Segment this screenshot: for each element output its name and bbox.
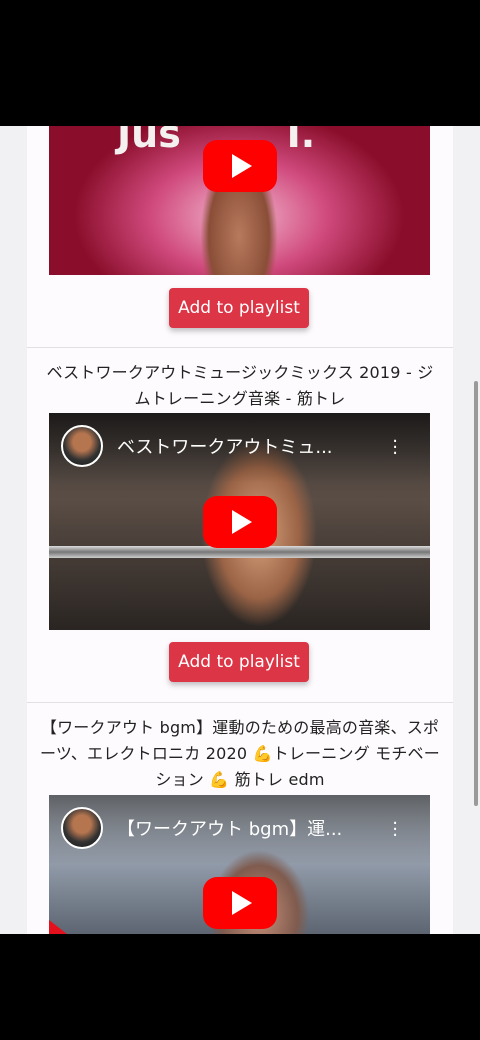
- youtube-play-icon[interactable]: [202, 877, 277, 929]
- youtube-play-icon[interactable]: [202, 140, 277, 192]
- channel-avatar[interactable]: [61, 425, 103, 467]
- corner-decoration: [49, 920, 94, 934]
- video-title: 【ワークアウト bgm】運動のための最高の音楽、スポーツ、エレクトロニカ 202…: [40, 718, 440, 789]
- youtube-play-icon[interactable]: [202, 495, 277, 548]
- scrollbar-thumb[interactable]: [474, 381, 478, 806]
- video-card: 【ワークアウト bgm】運動のための最高の音楽、スポーツ、エレクトロニカ 202…: [27, 703, 453, 934]
- app-screen: Jus I. Add to playlist ベストワークアウトミュージックミッ…: [0, 126, 480, 934]
- more-vert-icon[interactable]: · · ·: [392, 815, 398, 845]
- add-to-playlist-button[interactable]: Add to playlist: [169, 288, 309, 328]
- video-player[interactable]: ベストワークアウトミュ... · · ·: [49, 413, 430, 630]
- video-title: ベストワークアウトミュージックミックス 2019 - ジムトレーニング音楽 - …: [46, 363, 434, 408]
- video-player[interactable]: Jus I.: [49, 126, 430, 275]
- video-overlay-title[interactable]: ベストワークアウトミュ...: [117, 433, 382, 459]
- barbell: [49, 546, 430, 558]
- more-vert-icon[interactable]: · · ·: [392, 433, 398, 463]
- video-card: Jus I. Add to playlist: [27, 126, 453, 348]
- video-player[interactable]: 【ワークアウト bgm】運... · · ·: [49, 795, 430, 934]
- video-overlay-title[interactable]: 【ワークアウト bgm】運...: [117, 815, 382, 841]
- add-to-playlist-button[interactable]: Add to playlist: [169, 642, 309, 682]
- video-card: ベストワークアウトミュージックミックス 2019 - ジムトレーニング音楽 - …: [27, 348, 453, 703]
- channel-avatar[interactable]: [61, 807, 103, 849]
